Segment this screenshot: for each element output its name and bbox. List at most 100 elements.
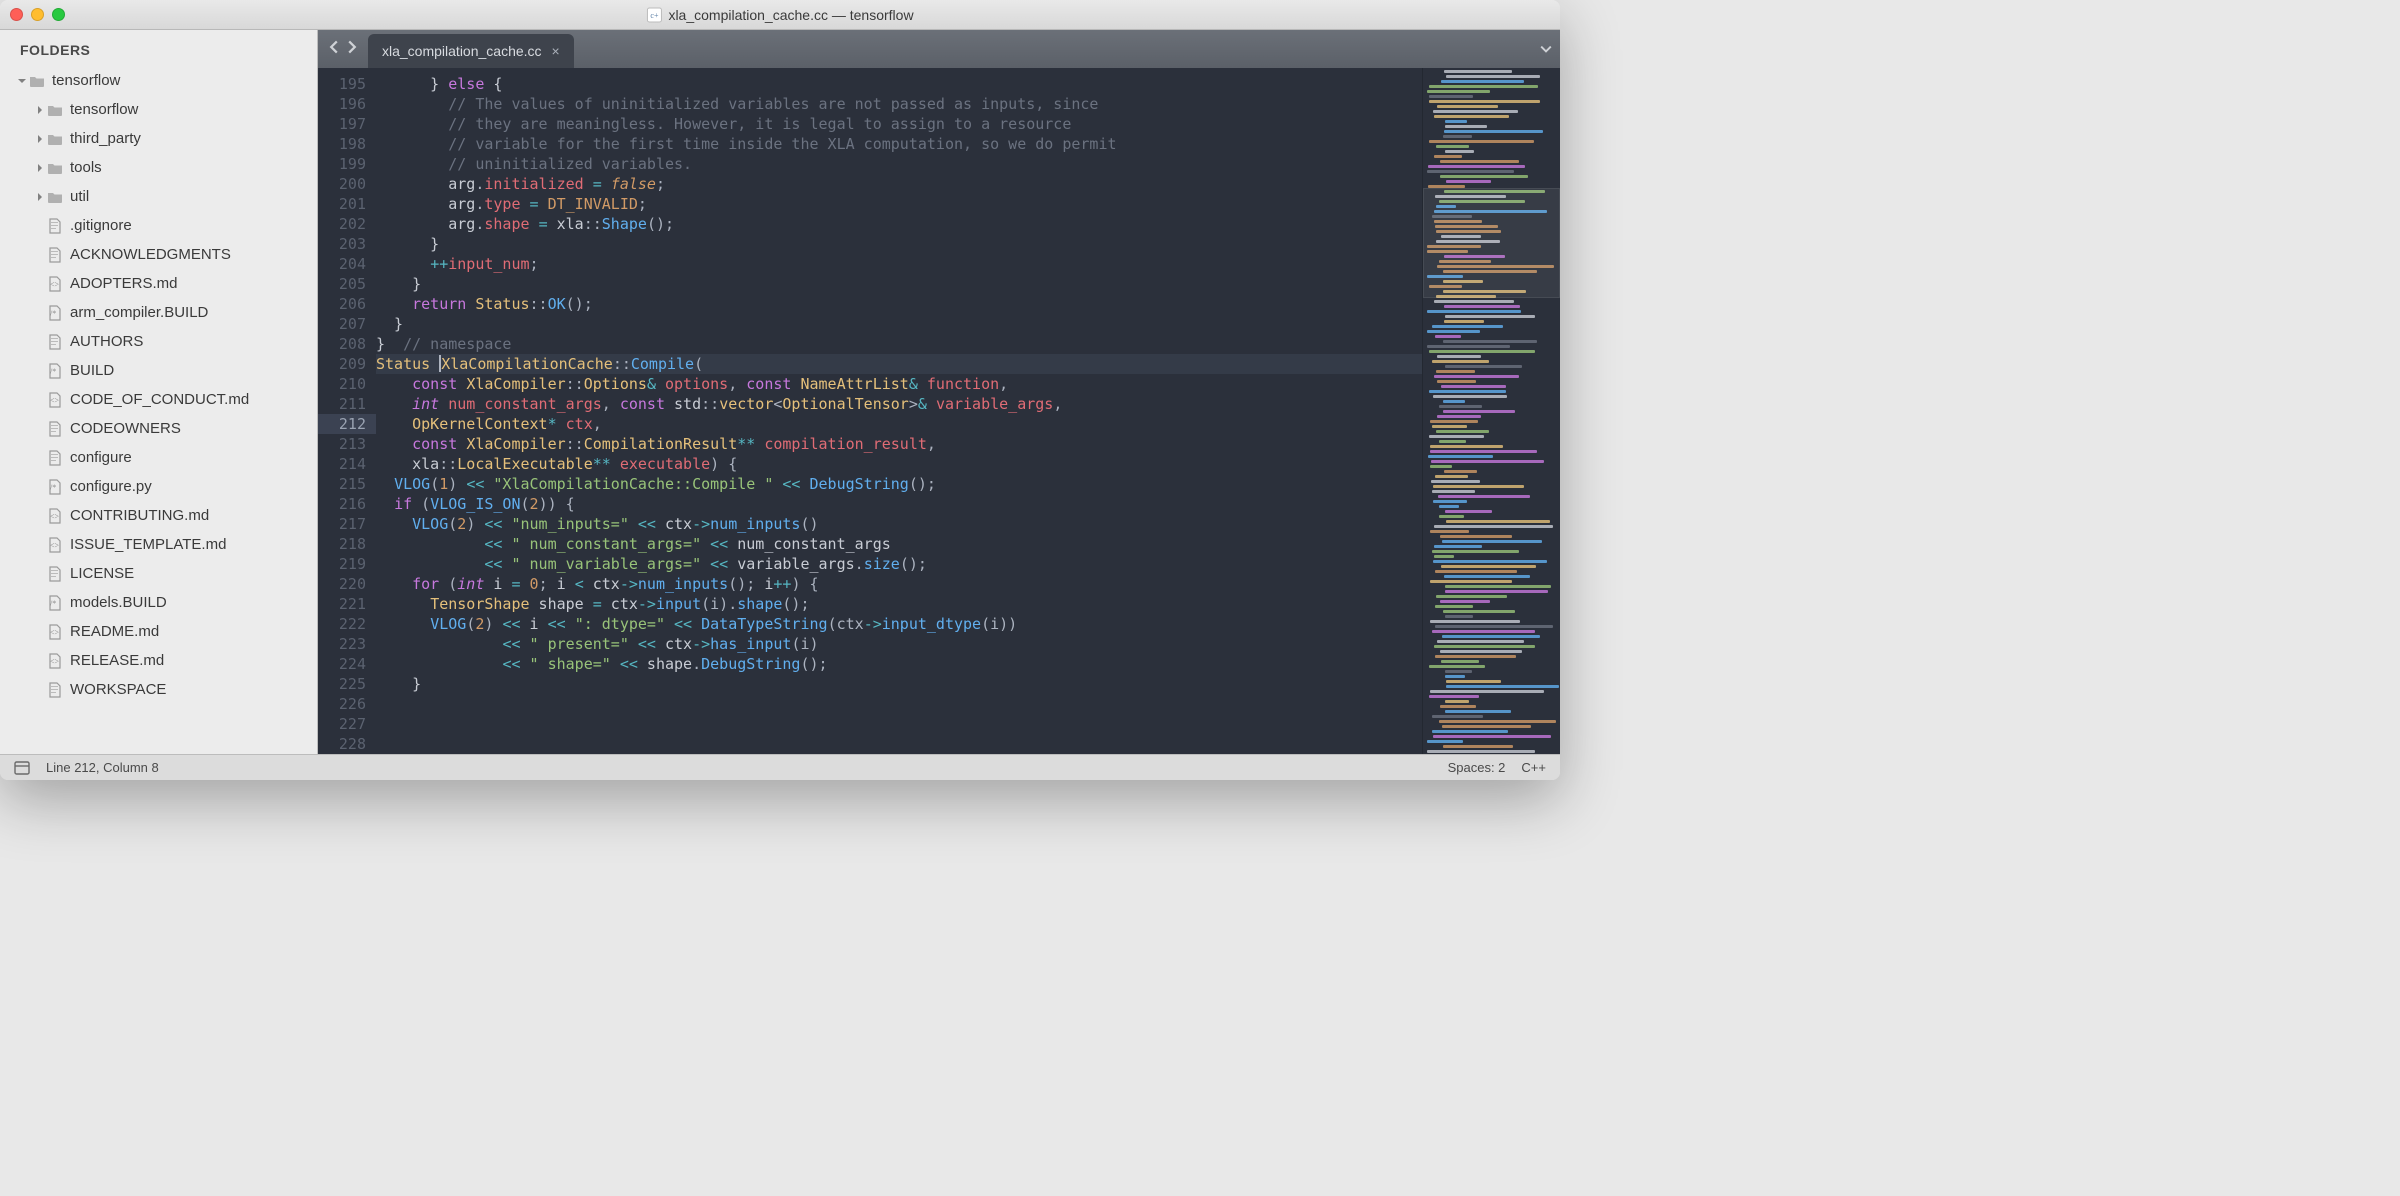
disclosure-triangle-icon[interactable] <box>34 105 46 115</box>
folder-icon <box>46 161 64 175</box>
tree-file-row[interactable]: /*arm_compiler.BUILD <box>0 298 317 327</box>
svg-text:<>: <> <box>50 657 60 666</box>
tree-file-row[interactable]: <>ISSUE_TEMPLATE.md <box>0 530 317 559</box>
tree-item-label: CODE_OF_CONDUCT.md <box>70 391 249 408</box>
file-icon <box>46 450 64 466</box>
tab-nav-next-icon[interactable] <box>345 40 359 59</box>
disclosure-triangle-icon[interactable] <box>34 163 46 173</box>
file-icon: <> <box>46 508 64 524</box>
tree-file-row[interactable]: <> CODE_OF_CONDUCT.md <box>0 385 317 414</box>
code-line: } <box>376 314 1422 334</box>
minimize-window-button[interactable] <box>31 8 44 21</box>
tree-file-row[interactable]: AUTHORS <box>0 327 317 356</box>
tab-nav-arrows <box>318 30 368 68</box>
tree-file-row[interactable]: <>RELEASE.md <box>0 646 317 675</box>
tree-item-label: README.md <box>70 623 159 640</box>
folder-icon <box>46 132 64 146</box>
code-line: VLOG(2) << i << ": dtype=" << DataTypeSt… <box>376 614 1422 634</box>
folder-icon <box>46 103 64 117</box>
disclosure-triangle-icon[interactable] <box>16 76 28 86</box>
file-icon <box>46 334 64 350</box>
code-line: return Status::OK(); <box>376 294 1422 314</box>
tab-label: xla_compilation_cache.cc <box>382 43 542 59</box>
status-position[interactable]: Line 212, Column 8 <box>46 760 159 775</box>
editor-body: 195 196 197 198 199 200 201 202 203 204 … <box>318 68 1560 754</box>
window-title-text: xla_compilation_cache.cc — tensorflow <box>668 7 913 23</box>
tree-file-row[interactable]: .gitignore <box>0 211 317 240</box>
tree-folder-row[interactable]: tools <box>0 153 317 182</box>
tree-file-row[interactable]: WORKSPACE <box>0 675 317 704</box>
tree-file-row[interactable]: CODEOWNERS <box>0 414 317 443</box>
file-icon: <> <box>46 392 64 408</box>
svg-text:<>: <> <box>50 512 60 521</box>
maximize-window-button[interactable] <box>52 8 65 21</box>
folder-icon <box>46 190 64 204</box>
disclosure-triangle-icon[interactable] <box>34 192 46 202</box>
code-line: OpKernelContext* ctx, <box>376 414 1422 434</box>
tree-file-row[interactable]: /*BUILD <box>0 356 317 385</box>
tree-folder-row[interactable]: tensorflow <box>0 95 317 124</box>
minimap-viewport[interactable] <box>1423 188 1560 298</box>
svg-text:/*: /* <box>50 599 56 608</box>
code-line: xla::LocalExecutable** executable) { <box>376 454 1422 474</box>
tree-item-label: models.BUILD <box>70 594 167 611</box>
tree-file-row[interactable]: <> README.md <box>0 617 317 646</box>
disclosure-triangle-icon[interactable] <box>34 134 46 144</box>
sidebar-header: FOLDERS <box>0 38 317 66</box>
tree-file-row[interactable]: /* models.BUILD <box>0 588 317 617</box>
tree-item-label: ISSUE_TEMPLATE.md <box>70 536 226 553</box>
tree-file-row[interactable]: <>ADOPTERS.md <box>0 269 317 298</box>
tree-folder-row[interactable]: util <box>0 182 317 211</box>
tree-file-row[interactable]: LICENSE <box>0 559 317 588</box>
sidebar[interactable]: FOLDERS tensorflow tensorflow third_partyt… <box>0 30 318 754</box>
panel-toggle-icon[interactable] <box>14 761 30 775</box>
tree-item-label: WORKSPACE <box>70 681 166 698</box>
code-line: << " shape=" << shape.DebugString(); <box>376 654 1422 674</box>
tree-file-row[interactable]: /*configure.py <box>0 472 317 501</box>
code-line: for (int i = 0; i < ctx->num_inputs(); i… <box>376 574 1422 594</box>
tree-folder-row[interactable]: third_party <box>0 124 317 153</box>
file-icon <box>46 682 64 698</box>
tree-item-label: .gitignore <box>70 217 132 234</box>
code-line: Status XlaCompilationCache::Compile( <box>376 354 1422 374</box>
titlebar: c+ xla_compilation_cache.cc — tensorflow <box>0 0 1560 30</box>
line-number-gutter: 195 196 197 198 199 200 201 202 203 204 … <box>318 68 376 754</box>
status-indentation[interactable]: Spaces: 2 <box>1448 760 1506 775</box>
file-icon: /* <box>46 595 64 611</box>
tree-item-label: CODEOWNERS <box>70 420 181 437</box>
file-icon: <> <box>46 653 64 669</box>
close-window-button[interactable] <box>10 8 23 21</box>
tab-strip: xla_compilation_cache.cc × <box>318 30 1560 68</box>
code-line: int num_constant_args, const std::vector… <box>376 394 1422 414</box>
tab-active[interactable]: xla_compilation_cache.cc × <box>368 34 574 68</box>
code-line: << " present=" << ctx->has_input(i) <box>376 634 1422 654</box>
file-icon: <> <box>46 624 64 640</box>
code-line: arg.type = DT_INVALID; <box>376 194 1422 214</box>
file-icon: /* <box>46 363 64 379</box>
code-line: } <box>376 674 1422 694</box>
code-line: // variable for the first time inside th… <box>376 134 1422 154</box>
code-line: VLOG(1) << "XlaCompilationCache::Compile… <box>376 474 1422 494</box>
status-syntax[interactable]: C++ <box>1521 760 1546 775</box>
svg-text:/*: /* <box>50 367 56 376</box>
tree-item-label: tensorflow <box>70 101 138 118</box>
code-line: // The values of uninitialized variables… <box>376 94 1422 114</box>
tree-file-row[interactable]: ACKNOWLEDGMENTS <box>0 240 317 269</box>
tab-nav-prev-icon[interactable] <box>327 40 341 59</box>
tree-file-row[interactable]: configure <box>0 443 317 472</box>
folder-icon <box>28 74 46 88</box>
code-line: ++input_num; <box>376 254 1422 274</box>
minimap[interactable] <box>1422 68 1560 754</box>
tree-item-label: third_party <box>70 130 141 147</box>
tree-item-label: configure.py <box>70 478 152 495</box>
tree-file-row[interactable]: <>CONTRIBUTING.md <box>0 501 317 530</box>
file-icon <box>46 218 64 234</box>
code-line: arg.shape = xla::Shape(); <box>376 214 1422 234</box>
svg-text:/*: /* <box>50 309 56 318</box>
code-editor[interactable]: } else { // The values of uninitialized … <box>376 68 1422 754</box>
window-title: c+ xla_compilation_cache.cc — tensorflow <box>646 7 913 23</box>
tab-overflow-icon[interactable] <box>1532 30 1560 68</box>
tree-folder-row[interactable]: tensorflow <box>0 66 317 95</box>
code-line: } <box>376 234 1422 254</box>
tab-close-icon[interactable]: × <box>552 43 560 59</box>
